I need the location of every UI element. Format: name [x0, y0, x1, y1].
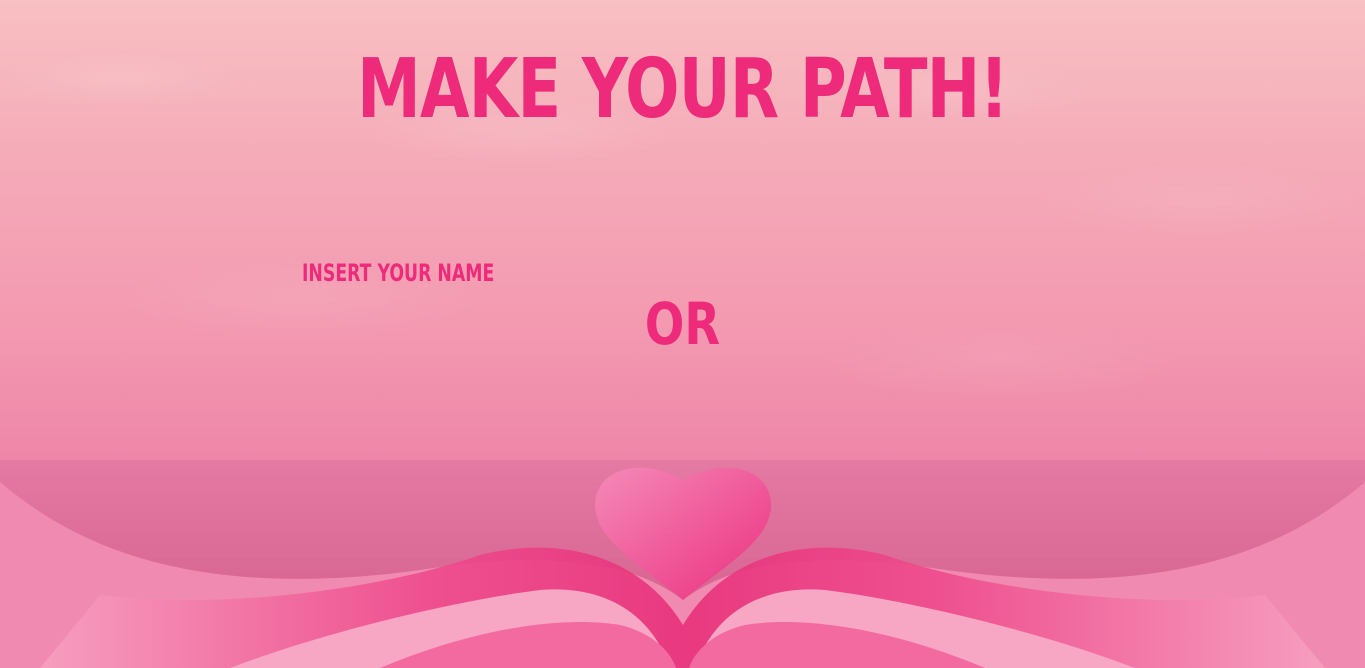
page-title: MAKE YOUR PATH! — [357, 42, 1008, 137]
name-input[interactable]: INSERT YOUR NAME — [302, 258, 494, 288]
or-separator: OR — [644, 290, 721, 358]
path-landscape — [0, 460, 1365, 668]
